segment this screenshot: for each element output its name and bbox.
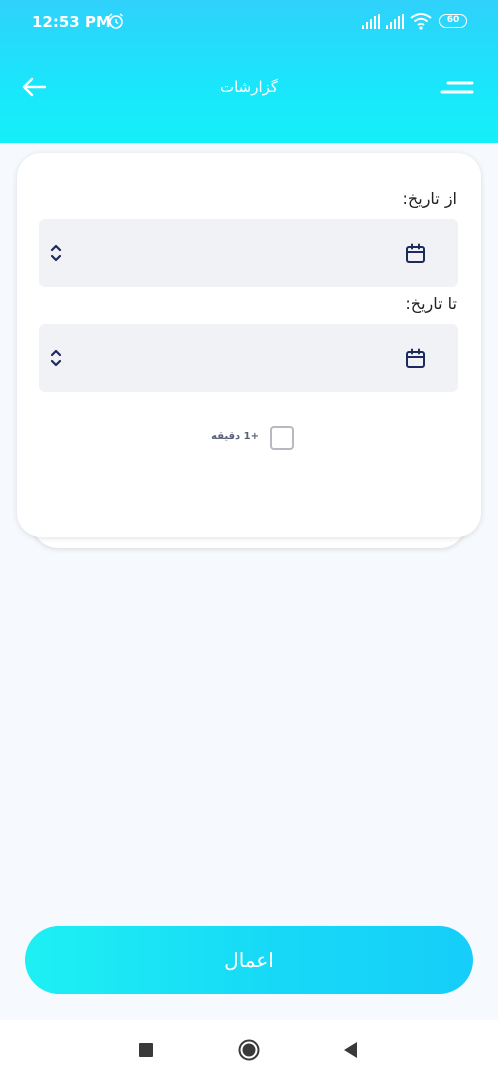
system-navigation-bar xyxy=(0,1020,498,1080)
calendar-icon[interactable] xyxy=(405,243,426,264)
calendar-icon[interactable] xyxy=(405,348,426,369)
page-title: گزارشات xyxy=(219,78,279,96)
recent-apps-icon[interactable] xyxy=(139,1043,153,1057)
wifi-icon xyxy=(410,13,432,30)
status-time: 12:53 PM xyxy=(32,13,111,31)
to-date-field[interactable] xyxy=(39,324,458,392)
plus-one-minute-label: +1 دقیقه xyxy=(211,431,259,442)
header-bar: 12:53 PM 60 گزارشات xyxy=(0,0,498,143)
to-date-label: تا تاریخ: xyxy=(405,294,457,313)
up-down-chevron-icon[interactable] xyxy=(49,242,63,264)
home-icon[interactable] xyxy=(238,1039,260,1061)
status-bar: 12:53 PM 60 xyxy=(0,0,498,44)
up-down-chevron-icon[interactable] xyxy=(49,347,63,369)
signal-icon xyxy=(362,14,380,29)
from-date-field[interactable] xyxy=(39,219,458,287)
alarm-clock-icon xyxy=(109,13,123,29)
battery-indicator: 60 xyxy=(439,14,467,28)
signal-icon xyxy=(386,14,404,29)
back-triangle-icon[interactable] xyxy=(342,1041,358,1059)
menu-icon[interactable] xyxy=(440,78,474,98)
apply-button[interactable]: اعمال xyxy=(25,926,473,994)
plus-one-minute-checkbox[interactable] xyxy=(270,426,294,450)
report-filter-card: از تاریخ: تا تاریخ: +1 دقیقه xyxy=(17,153,481,537)
from-date-label: از تاریخ: xyxy=(402,189,457,208)
